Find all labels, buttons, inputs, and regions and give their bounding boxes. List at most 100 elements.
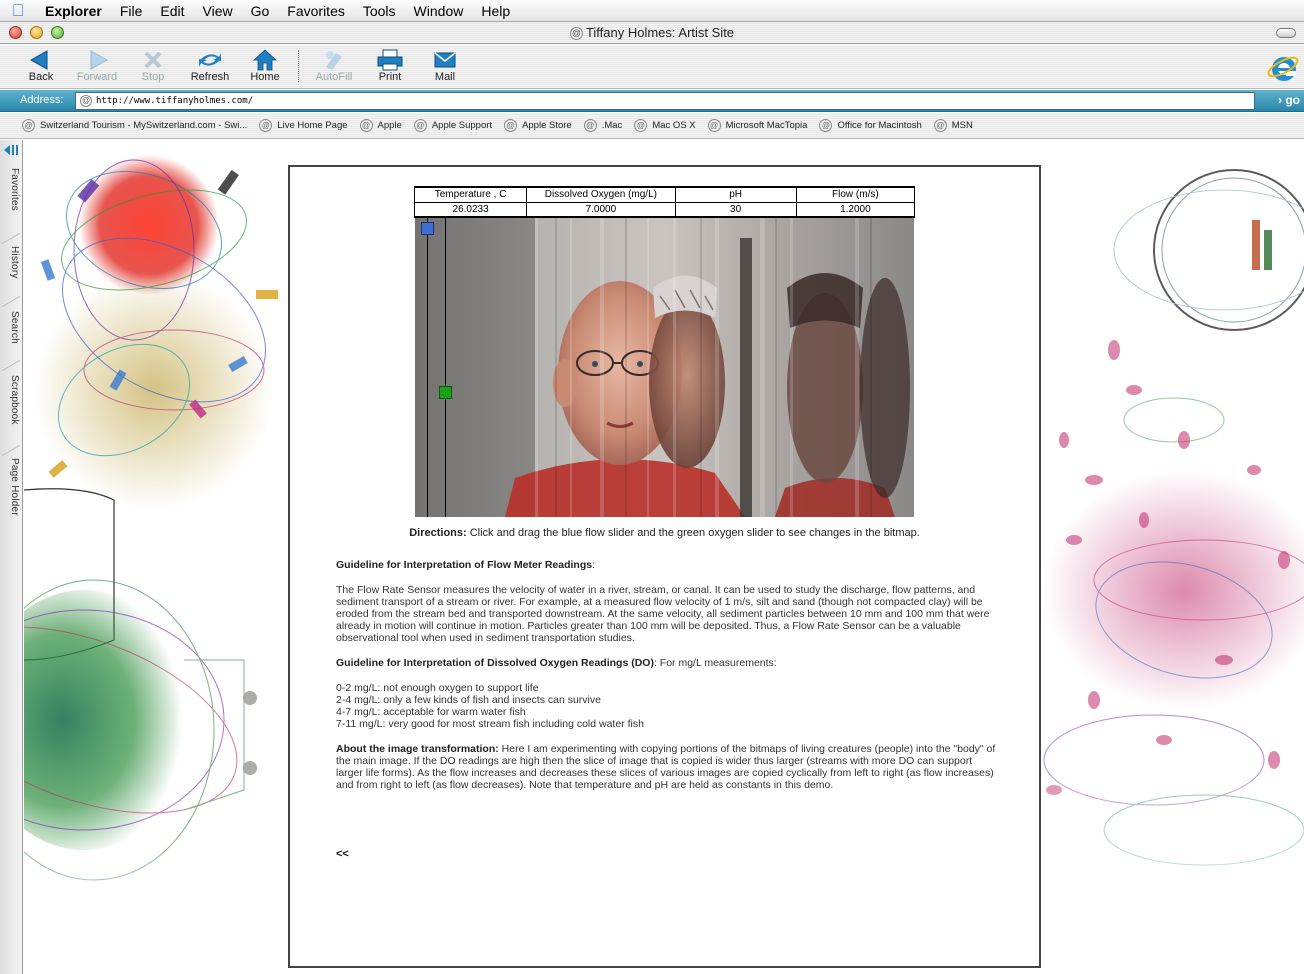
do-range-item: 2-4 mg/L: only a few kinds of fish and i… bbox=[336, 694, 601, 706]
refresh-icon bbox=[199, 53, 221, 67]
menu-view[interactable]: View bbox=[194, 3, 242, 19]
stop-label: Stop bbox=[141, 71, 165, 83]
forward-arrow-icon bbox=[90, 50, 109, 70]
favorite-link[interactable]: @ Apple Support bbox=[413, 119, 492, 132]
oxygen-slider-track[interactable] bbox=[445, 218, 446, 517]
back-button[interactable]: Back bbox=[13, 49, 69, 83]
directions-text: Directions: Click and drag the blue flow… bbox=[409, 527, 920, 539]
favorite-at-icon: @ bbox=[259, 119, 273, 132]
go-label: go bbox=[1285, 93, 1300, 107]
do-range-item: 4-7 mg/L: acceptable for warm water fish bbox=[336, 706, 526, 718]
address-input[interactable]: @ http://www.tiffanyholmes.com/ bbox=[75, 92, 1255, 110]
favorite-at-icon: @ bbox=[933, 119, 947, 132]
flow-header: Flow (m/s) bbox=[795, 186, 916, 203]
menu-help[interactable]: Help bbox=[472, 3, 519, 19]
transform-heading: About the image transformation: bbox=[336, 743, 499, 755]
favorite-at-icon: @ bbox=[707, 119, 721, 132]
sidebar-tab-history[interactable]: History bbox=[4, 246, 20, 279]
home-label: Home bbox=[250, 71, 280, 83]
autofill-label: AutoFill bbox=[315, 71, 353, 83]
sidebar-divider bbox=[2, 359, 20, 372]
print-button[interactable]: Print bbox=[362, 49, 418, 83]
menu-favorites[interactable]: Favorites bbox=[278, 3, 354, 19]
oxygen-slider-handle[interactable] bbox=[439, 386, 452, 399]
stop-button[interactable]: Stop bbox=[125, 49, 181, 83]
favorite-at-icon: @ bbox=[413, 119, 427, 132]
content-panel: Temperature , C Dissolved Oxygen (mg/L) … bbox=[288, 165, 1041, 968]
dissolved-oxygen-value: 7.0000 bbox=[526, 201, 676, 218]
sidebar-divider bbox=[2, 444, 20, 457]
do-guideline-heading: Guideline for Interpretation of Dissolve… bbox=[336, 657, 654, 669]
window-title: Tiffany Holmes: Artist Site bbox=[585, 25, 735, 40]
sidebar-toggle-icon[interactable] bbox=[3, 144, 19, 156]
address-url: http://www.tiffanyholmes.com/ bbox=[96, 96, 254, 106]
home-icon bbox=[253, 49, 277, 71]
browser-toolbar: Back Forward Stop Refresh Home AutoFill … bbox=[0, 45, 1304, 89]
apple-menu-icon[interactable]:  bbox=[0, 1, 36, 21]
ph-value: 30 bbox=[674, 201, 797, 218]
favorite-link[interactable]: @ Live Home Page bbox=[259, 119, 348, 132]
autofill-button[interactable]: AutoFill bbox=[306, 49, 362, 83]
mail-button[interactable]: Mail bbox=[417, 49, 473, 83]
home-button[interactable]: Home bbox=[237, 49, 293, 83]
article-body: Guideline for Interpretation of Flow Met… bbox=[336, 559, 996, 791]
favorite-at-icon: @ bbox=[583, 119, 597, 132]
ph-header: pH bbox=[674, 186, 797, 203]
dissolved-oxygen-header: Dissolved Oxygen (mg/L) bbox=[526, 186, 676, 203]
explorer-sidebar: Favorites History Search Scrapbook Page … bbox=[0, 140, 23, 974]
sidebar-divider bbox=[2, 232, 20, 245]
menu-tools[interactable]: Tools bbox=[354, 3, 405, 19]
favorite-at-icon: @ bbox=[359, 119, 373, 132]
sidebar-tab-favorites[interactable]: Favorites bbox=[4, 168, 20, 211]
sidebar-divider bbox=[2, 295, 20, 308]
favorite-link[interactable]: @ Mac OS X bbox=[634, 119, 696, 132]
menu-bar:  Explorer File Edit View Go Favorites T… bbox=[0, 0, 1304, 22]
url-at-icon: @ bbox=[80, 95, 92, 107]
back-label: Back bbox=[28, 71, 54, 83]
favorite-link[interactable]: @ Apple Store bbox=[504, 119, 572, 132]
flow-guideline-heading: Guideline for Interpretation of Flow Met… bbox=[336, 559, 593, 571]
menu-go[interactable]: Go bbox=[242, 3, 279, 19]
refresh-button[interactable]: Refresh bbox=[182, 49, 238, 83]
sliced-portrait-bitmap bbox=[415, 218, 914, 517]
favorite-link[interactable]: @ Office for Macintosh bbox=[819, 119, 922, 132]
flow-slider-handle[interactable] bbox=[421, 222, 434, 235]
address-bar: Address: @ http://www.tiffanyholmes.com/… bbox=[0, 90, 1304, 112]
autofill-icon bbox=[326, 51, 342, 70]
forward-label: Forward bbox=[76, 71, 118, 83]
back-nav-link[interactable]: << bbox=[336, 848, 349, 860]
menu-explorer[interactable]: Explorer bbox=[36, 3, 111, 19]
menu-edit[interactable]: Edit bbox=[151, 3, 193, 19]
print-label: Print bbox=[378, 71, 402, 83]
do-range-item: 0-2 mg/L: not enough oxygen to support l… bbox=[336, 682, 539, 694]
favorite-link[interactable]: @ .Mac bbox=[583, 119, 622, 132]
forward-button[interactable]: Forward bbox=[69, 49, 125, 83]
favorite-at-icon: @ bbox=[634, 119, 648, 132]
toolbar-separator bbox=[298, 50, 299, 82]
toolbar-toggle-button[interactable] bbox=[1276, 28, 1296, 38]
sidebar-tab-scrapbook[interactable]: Scrapbook bbox=[4, 375, 20, 425]
back-arrow-icon bbox=[29, 50, 48, 70]
flow-value: 1.2000 bbox=[795, 201, 916, 218]
sidebar-tab-search[interactable]: Search bbox=[4, 311, 20, 344]
favorite-at-icon: @ bbox=[819, 119, 833, 132]
stop-x-icon bbox=[144, 51, 162, 69]
favorite-link[interactable]: @ Apple bbox=[359, 119, 402, 132]
do-range-item: 7-11 mg/L: very good for most stream fis… bbox=[336, 718, 644, 730]
favorite-link[interactable]: @ Microsoft MacTopia bbox=[707, 119, 807, 132]
sidebar-tab-page-holder[interactable]: Page Holder bbox=[4, 458, 20, 516]
favorite-link[interactable]: @ MSN bbox=[933, 119, 973, 132]
favorite-at-icon: @ bbox=[22, 119, 35, 132]
temperature-value: 26.0233 bbox=[413, 201, 528, 218]
menu-window[interactable]: Window bbox=[405, 3, 473, 19]
menu-file[interactable]: File bbox=[111, 3, 152, 19]
directions-label: Directions: bbox=[409, 527, 467, 539]
flow-slider-track[interactable] bbox=[427, 218, 428, 517]
printer-icon bbox=[377, 49, 403, 71]
window-title-bar[interactable]: @ Tiffany Holmes: Artist Site bbox=[0, 22, 1304, 44]
refresh-label: Refresh bbox=[190, 71, 230, 83]
flow-guideline-text: The Flow Rate Sensor measures the veloci… bbox=[336, 584, 990, 644]
go-button[interactable]: › go bbox=[1278, 93, 1300, 107]
page-at-icon: @ bbox=[569, 27, 583, 40]
favorite-link[interactable]: @ Switzerland Tourism - MySwitzerland.com… bbox=[22, 119, 247, 132]
